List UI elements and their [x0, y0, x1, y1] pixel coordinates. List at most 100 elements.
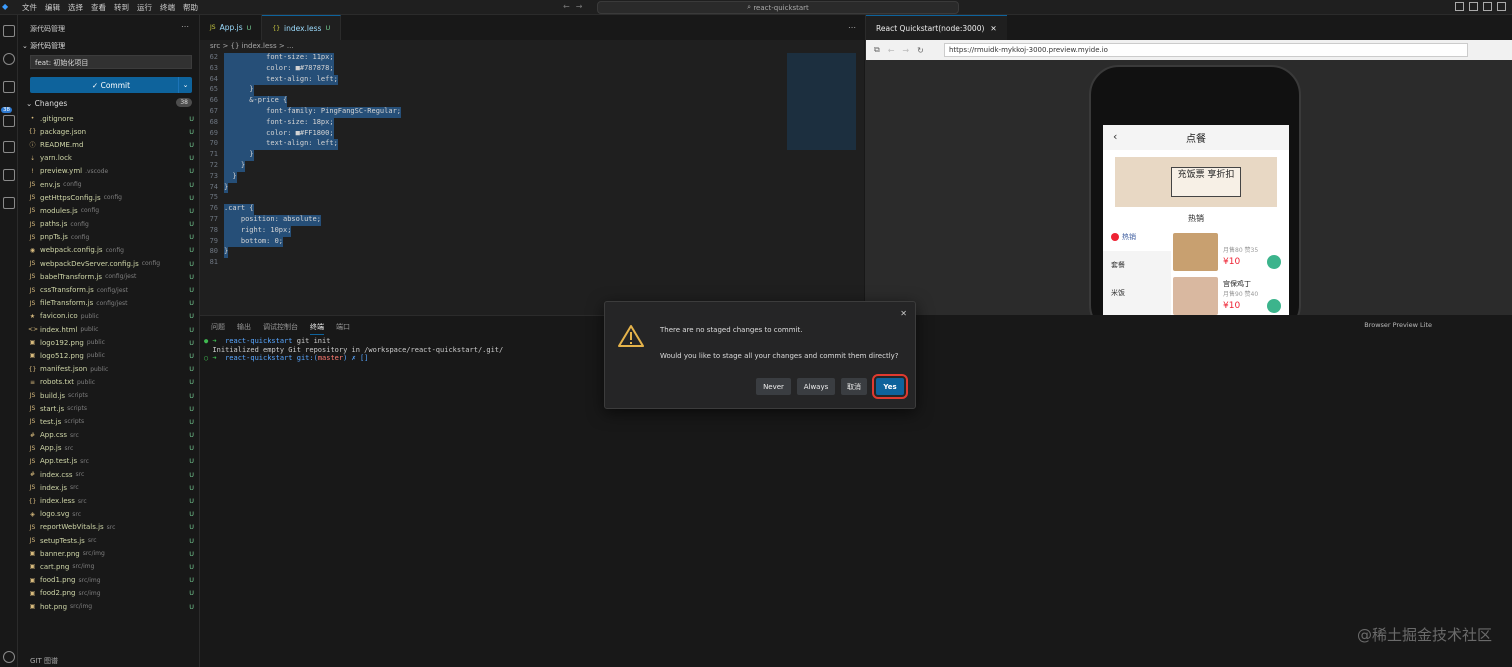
file-row[interactable]: JS App.test.js src U	[28, 455, 194, 468]
tab-app-js[interactable]: JS App.js U	[200, 15, 263, 40]
commit-message-input[interactable]: feat: 初始化项目	[30, 55, 192, 69]
history-nav-icon[interactable]: ←→	[563, 2, 588, 11]
file-row[interactable]: ▣ banner.png src/img U	[28, 547, 194, 560]
file-row[interactable]: ⓘ README.md U	[28, 138, 194, 151]
file-row[interactable]: JS setupTests.js src U	[28, 534, 194, 547]
git-graph-section-header[interactable]: GIT 图谱	[30, 656, 58, 666]
tab-index-less[interactable]: {} index.less U	[262, 15, 342, 40]
yes-button[interactable]: Yes	[872, 374, 908, 399]
category-hot[interactable]: 热销	[1103, 223, 1171, 251]
toggle-panel-icon[interactable]	[1469, 2, 1478, 11]
cancel-button[interactable]: 取消	[841, 378, 867, 395]
file-row[interactable]: JS test.js scripts U	[28, 415, 194, 428]
file-row[interactable]: ▣ hot.png src/img U	[28, 600, 194, 613]
file-row[interactable]: • .gitignore U	[28, 112, 194, 125]
run-debug-icon[interactable]	[3, 115, 15, 127]
command-center-search[interactable]: ⌕ react-quickstart	[597, 1, 959, 14]
file-row[interactable]: ▣ logo192.png public U	[28, 336, 194, 349]
file-row[interactable]: ! preview.yml .vscode U	[28, 165, 194, 178]
url-input[interactable]: https://rmuidk-mykkoj-3000.preview.myide…	[944, 43, 1468, 57]
file-row[interactable]: ▣ food1.png src/img U	[28, 574, 194, 587]
commit-dropdown-chevron-icon[interactable]: ⌄	[178, 77, 192, 93]
toggle-sidebar-icon[interactable]	[1455, 2, 1464, 11]
file-row[interactable]: JS reportWebVitals.js src U	[28, 521, 194, 534]
account-icon[interactable]	[3, 651, 15, 663]
remote-icon[interactable]	[3, 169, 15, 181]
deploy-icon[interactable]	[3, 197, 15, 209]
file-row[interactable]: JS babelTransform.js config/jest U	[28, 270, 194, 283]
file-row[interactable]: JS build.js scripts U	[28, 389, 194, 402]
file-row[interactable]: JS start.js scripts U	[28, 402, 194, 415]
menu-view[interactable]: 查看	[91, 2, 106, 13]
file-row[interactable]: ≡ robots.txt public U	[28, 376, 194, 389]
file-row[interactable]: JS modules.js config U	[28, 204, 194, 217]
repo-section-header[interactable]: ⌄ 源代码管理	[22, 41, 65, 51]
file-row[interactable]: ▣ logo512.png public U	[28, 349, 194, 362]
file-row[interactable]: {} index.less src U	[28, 494, 194, 507]
open-external-icon[interactable]: ⧉	[874, 45, 880, 55]
tab-output[interactable]: 输出	[237, 322, 251, 335]
never-button[interactable]: Never	[756, 378, 791, 395]
file-row[interactable]: # App.css src U	[28, 429, 194, 442]
editor-more-actions-icon[interactable]: ⋯	[848, 23, 856, 32]
file-row[interactable]: {} manifest.json public U	[28, 363, 194, 376]
preview-tab[interactable]: React Quickstart(node:3000) ✕	[866, 15, 1007, 40]
extensions-icon[interactable]	[3, 141, 15, 153]
category-combo[interactable]: 套餐	[1103, 251, 1171, 279]
file-row[interactable]: JS cssTransform.js config/jest U	[28, 283, 194, 296]
tab-problems[interactable]: 问题	[211, 322, 225, 335]
food-item[interactable]: 宫保鸡丁 月售90 赞40 ¥10	[1173, 277, 1285, 317]
menu-help[interactable]: 帮助	[183, 2, 198, 13]
forward-icon[interactable]: →	[902, 46, 909, 55]
menu-edit[interactable]: 编辑	[45, 2, 60, 13]
menu-file[interactable]: 文件	[22, 2, 37, 13]
tab-terminal[interactable]: 终端	[310, 322, 324, 335]
file-row[interactable]: JS App.js src U	[28, 442, 194, 455]
tab-debug-console[interactable]: 调试控制台	[263, 322, 298, 335]
search-icon[interactable]	[3, 53, 15, 65]
file-row[interactable]: ▣ food2.png src/img U	[28, 587, 194, 600]
code-editor[interactable]: 62 font-size: 11px; 63 color: ■#787878; 64…	[200, 53, 785, 273]
cart-icon[interactable]	[1267, 255, 1281, 269]
customize-layout-icon[interactable]	[1497, 2, 1506, 11]
back-chevron-icon[interactable]: ‹	[1113, 130, 1117, 143]
changes-section-header[interactable]: ⌄ Changes 38	[26, 98, 192, 108]
file-row[interactable]: ⇣ yarn.lock U	[28, 152, 194, 165]
cart-icon[interactable]	[1267, 299, 1281, 313]
file-row[interactable]: JS pnpTs.js config U	[28, 231, 194, 244]
always-button[interactable]: Always	[797, 378, 835, 395]
commit-button[interactable]: ✓ Commit ⌄	[30, 77, 192, 93]
tab-ports[interactable]: 端口	[336, 322, 350, 335]
food-item[interactable]: 月售80 赞35 ¥10	[1173, 233, 1285, 273]
close-icon[interactable]: ✕	[990, 24, 996, 33]
file-row[interactable]: JS paths.js config U	[28, 218, 194, 231]
more-actions-icon[interactable]: ⋯	[181, 22, 189, 31]
file-row[interactable]: ▣ cart.png src/img U	[28, 560, 194, 573]
breadcrumb[interactable]: src > {} index.less > ...	[210, 42, 294, 50]
file-row[interactable]: JS fileTransform.js config/jest U	[28, 297, 194, 310]
reload-icon[interactable]: ↻	[917, 46, 924, 55]
menu-terminal[interactable]: 终端	[160, 2, 175, 13]
menu-run[interactable]: 运行	[137, 2, 152, 13]
file-row[interactable]: JS env.js config U	[28, 178, 194, 191]
file-row[interactable]: ◉ webpack.config.js config U	[28, 244, 194, 257]
file-row[interactable]: {} package.json U	[28, 125, 194, 138]
file-row[interactable]: # index.css src U	[28, 468, 194, 481]
file-row[interactable]: <> index.html public U	[28, 323, 194, 336]
file-row[interactable]: ★ favicon.ico public U	[28, 310, 194, 323]
browser-preview-lite-label[interactable]: Browser Preview Lite	[1364, 321, 1432, 329]
file-row[interactable]: JS getHttpsConfig.js config U	[28, 191, 194, 204]
terminal-output[interactable]: ● ➜ react-quickstart git init Initialize…	[204, 337, 503, 363]
explorer-icon[interactable]	[3, 25, 15, 37]
file-row[interactable]: ◈ logo.svg src U	[28, 508, 194, 521]
promo-banner[interactable]: 充饭票 享折扣	[1115, 157, 1277, 207]
file-row[interactable]: JS webpackDevServer.config.js config U	[28, 257, 194, 270]
minimap[interactable]	[787, 53, 856, 150]
menu-go[interactable]: 转到	[114, 2, 129, 13]
category-rice[interactable]: 米饭	[1103, 279, 1171, 307]
menu-selection[interactable]: 选择	[68, 2, 83, 13]
file-row[interactable]: JS index.js src U	[28, 481, 194, 494]
source-control-icon[interactable]	[3, 81, 15, 93]
close-icon[interactable]: ✕	[900, 309, 907, 318]
back-icon[interactable]: ←	[888, 46, 895, 55]
